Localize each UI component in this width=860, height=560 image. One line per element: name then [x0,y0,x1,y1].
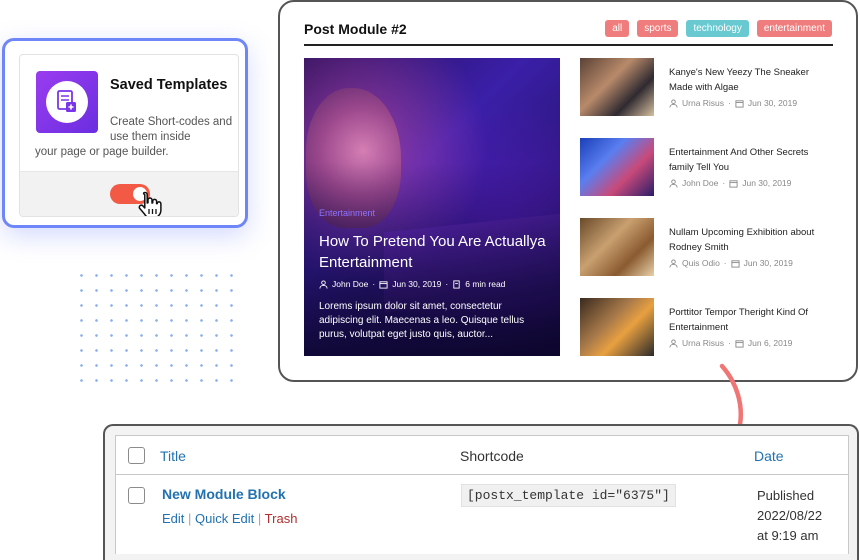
calendar-icon [735,339,744,348]
select-all-checkbox[interactable] [128,447,145,464]
post-title[interactable]: Nullam Upcoming Exhibition about Rodney … [669,225,829,255]
hero-date: Jun 30, 2019 [392,279,442,289]
post-thumbnail[interactable] [580,58,654,116]
user-icon [669,338,678,348]
decorative-dots [74,268,244,390]
list-item[interactable]: Kanye's New Yeezy The Sneaker Made with … [580,58,840,120]
post-thumbnail[interactable] [580,298,654,356]
post-title[interactable]: Kanye's New Yeezy The Sneaker Made with … [669,65,829,95]
post-meta: John Doe · Jun 30, 2019 [669,178,791,188]
post-meta: Urna Risus · Jun 6, 2019 [669,338,792,348]
list-item[interactable]: Porttitor Tempor Theright Kind Of Entert… [580,298,840,360]
date-value: 2022/08/22 [757,508,823,523]
saved-templates-panel: Saved Templates Create Short-codes and u… [2,38,248,228]
hero-excerpt: Lorems ipsum dolor sit amet, consectetur… [319,301,525,340]
row-actions: Edit | Quick Edit | Trash [162,511,298,526]
post-meta: Quis Odio · Jun 30, 2019 [669,258,793,268]
post-date: Jun 30, 2019 [742,178,792,188]
user-icon [669,178,678,188]
post-date: Jun 6, 2019 [747,338,793,348]
post-author[interactable]: Quis Odio [682,258,720,268]
column-date[interactable]: Date [754,448,784,464]
row-date: Published 2022/08/22 at 9:19 am [757,486,847,546]
calendar-icon [729,179,738,188]
post-module-title: Post Module #2 [304,21,407,37]
post-title[interactable]: Entertainment And Other Secrets family T… [669,145,829,175]
hero-read-time: 6 min read [465,279,506,289]
hand-cursor-icon [138,191,162,216]
shortcode-value[interactable]: [postx_template id="6375"] [461,484,676,507]
title-divider [304,44,833,46]
hero-meta: John Doe · Jun 30, 2019 · 6 min read [319,279,505,289]
quick-edit-link[interactable]: Quick Edit [195,511,254,526]
tab-entertainment[interactable]: entertainment [756,20,832,37]
calendar-icon [379,280,388,289]
hero-category[interactable]: Entertainment [319,208,375,218]
post-meta: Urna Risus · Jun 30, 2019 [669,98,797,108]
saved-templates-desc: Create Short-codes and use them inside [110,116,233,143]
calendar-icon [735,99,744,108]
tab-sports[interactable]: sports [637,20,679,37]
hero-author[interactable]: John Doe [332,279,368,289]
user-icon [669,258,678,268]
templates-list-panel: Title Shortcode Date New Module Block Ed… [103,424,859,560]
edit-link[interactable]: Edit [162,511,184,526]
column-title[interactable]: Title [160,448,186,464]
saved-templates-desc-2: your page or page builder. [35,146,169,158]
column-shortcode: Shortcode [460,448,524,464]
saved-templates-title: Saved Templates [110,77,228,93]
post-title[interactable]: Porttitor Tempor Theright Kind Of Entert… [669,305,829,335]
saved-templates-card: Saved Templates Create Short-codes and u… [19,54,239,217]
post-module-panel: Post Module #2 all sports technology ent… [278,0,858,382]
post-date: Jun 30, 2019 [743,258,793,268]
reading-time-icon [453,279,460,289]
row-title-link[interactable]: New Module Block [162,486,286,502]
post-date: Jun 30, 2019 [747,98,798,108]
user-icon [669,98,678,108]
list-item[interactable]: Nullam Upcoming Exhibition about Rodney … [580,218,840,280]
calendar-icon [731,259,740,268]
post-author[interactable]: John Doe [682,178,718,188]
post-author[interactable]: Urna Risus [682,338,724,348]
hero-post[interactable]: Entertainment How To Pretend You Are Act… [304,58,560,356]
date-status: Published [757,488,815,503]
trash-link[interactable]: Trash [265,511,298,526]
filter-tabs: all sports technology entertainment [605,20,832,37]
post-author[interactable]: Urna Risus [682,98,724,108]
row-checkbox[interactable] [128,487,145,504]
tab-technology[interactable]: technology [686,20,749,37]
post-thumbnail[interactable] [580,218,654,276]
hero-headline[interactable]: How To Pretend You Are Actuallya Enterta… [319,231,549,273]
templates-table: Title Shortcode Date New Module Block Ed… [115,435,849,554]
tab-all[interactable]: all [605,20,630,37]
template-icon [36,71,98,133]
saved-templates-footer [20,171,238,216]
list-item[interactable]: Entertainment And Other Secrets family T… [580,138,840,200]
user-icon [319,279,328,289]
date-time: at 9:19 am [757,528,819,543]
post-thumbnail[interactable] [580,138,654,196]
table-header: Title Shortcode Date [116,436,848,475]
